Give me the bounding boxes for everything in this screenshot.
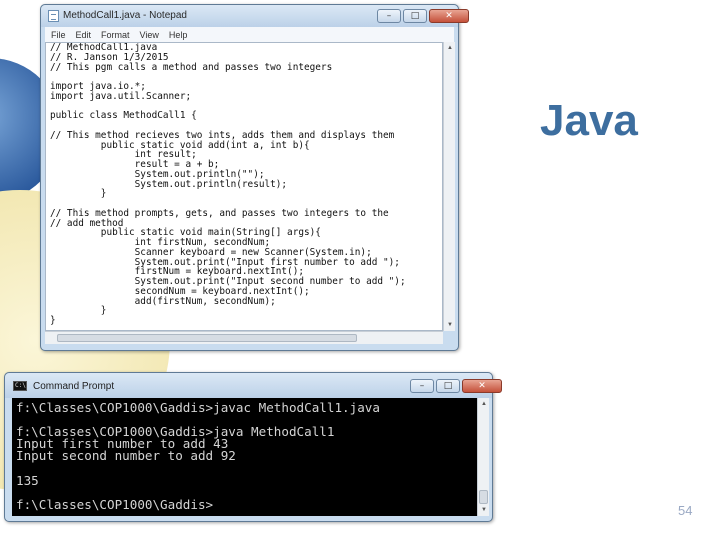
scroll-down-icon[interactable]: ▼	[479, 505, 489, 515]
notepad-text-area[interactable]: // MethodCall1.java// R. Janson 1/3/2015…	[45, 42, 443, 331]
notepad-window: MethodCall1.java - Notepad – □ ✕ File Ed…	[40, 4, 469, 351]
code-text: // MethodCall1.java// R. Janson 1/3/2015…	[50, 43, 406, 326]
code-line: }	[50, 188, 107, 200]
menu-edit[interactable]: Edit	[76, 30, 92, 40]
slide-title: Java	[540, 96, 638, 145]
horizontal-scroll-thumb[interactable]	[57, 334, 357, 342]
minimize-button[interactable]: –	[377, 9, 401, 23]
cmd-titlebar[interactable]: C:\ Command Prompt – □ ✕	[5, 373, 502, 398]
menu-file[interactable]: File	[51, 30, 66, 40]
scroll-up-icon[interactable]: ▲	[445, 43, 455, 53]
console-line: Input second number to add 92	[16, 448, 236, 464]
menu-format[interactable]: Format	[101, 30, 130, 40]
code-line: }	[50, 315, 56, 326]
cmd-vertical-scrollbar[interactable]: ▲ ▼	[477, 398, 489, 516]
cmd-scroll-thumb[interactable]	[479, 490, 488, 504]
menu-view[interactable]: View	[140, 30, 159, 40]
code-line: public class MethodCall1 {	[50, 110, 197, 122]
console-line: f:\Classes\COP1000\Gaddis>javac MethodCa…	[16, 400, 380, 415]
cmd-window-controls: – □ ✕	[410, 379, 502, 393]
console-output[interactable]: f:\Classes\COP1000\Gaddis>javac MethodCa…	[12, 398, 477, 516]
console-text: f:\Classes\COP1000\Gaddis>javac MethodCa…	[16, 400, 380, 512]
scroll-down-icon[interactable]: ▼	[445, 320, 455, 330]
maximize-button[interactable]: □	[436, 379, 460, 393]
notepad-icon	[48, 10, 59, 22]
close-button[interactable]: ✕	[462, 379, 502, 393]
cmd-icon: C:\	[13, 381, 27, 391]
maximize-button[interactable]: □	[403, 9, 427, 23]
notepad-menubar: File Edit Format View Help	[45, 27, 454, 42]
close-button[interactable]: ✕	[429, 9, 469, 23]
code-line: import java.util.Scanner;	[50, 90, 192, 102]
notepad-vertical-scrollbar[interactable]: ▲ ▼	[443, 42, 455, 331]
page-number: 54	[678, 503, 693, 518]
notepad-titlebar[interactable]: MethodCall1.java - Notepad – □ ✕	[41, 5, 469, 27]
cmd-title: Command Prompt	[33, 381, 115, 392]
code-line: // This pgm calls a method and passes tw…	[50, 61, 333, 73]
notepad-window-controls: – □ ✕	[377, 9, 469, 23]
code-line: }	[50, 305, 107, 317]
minimize-button[interactable]: –	[410, 379, 434, 393]
menu-help[interactable]: Help	[169, 30, 188, 40]
console-line: f:\Classes\COP1000\Gaddis>	[16, 496, 214, 512]
command-prompt-window: C:\ Command Prompt – □ ✕ f:\Classes\COP1…	[4, 372, 502, 522]
console-line: 135	[16, 472, 39, 488]
scroll-up-icon[interactable]: ▲	[479, 399, 489, 409]
notepad-horizontal-scrollbar[interactable]	[45, 331, 443, 344]
notepad-title: MethodCall1.java - Notepad	[63, 10, 187, 21]
